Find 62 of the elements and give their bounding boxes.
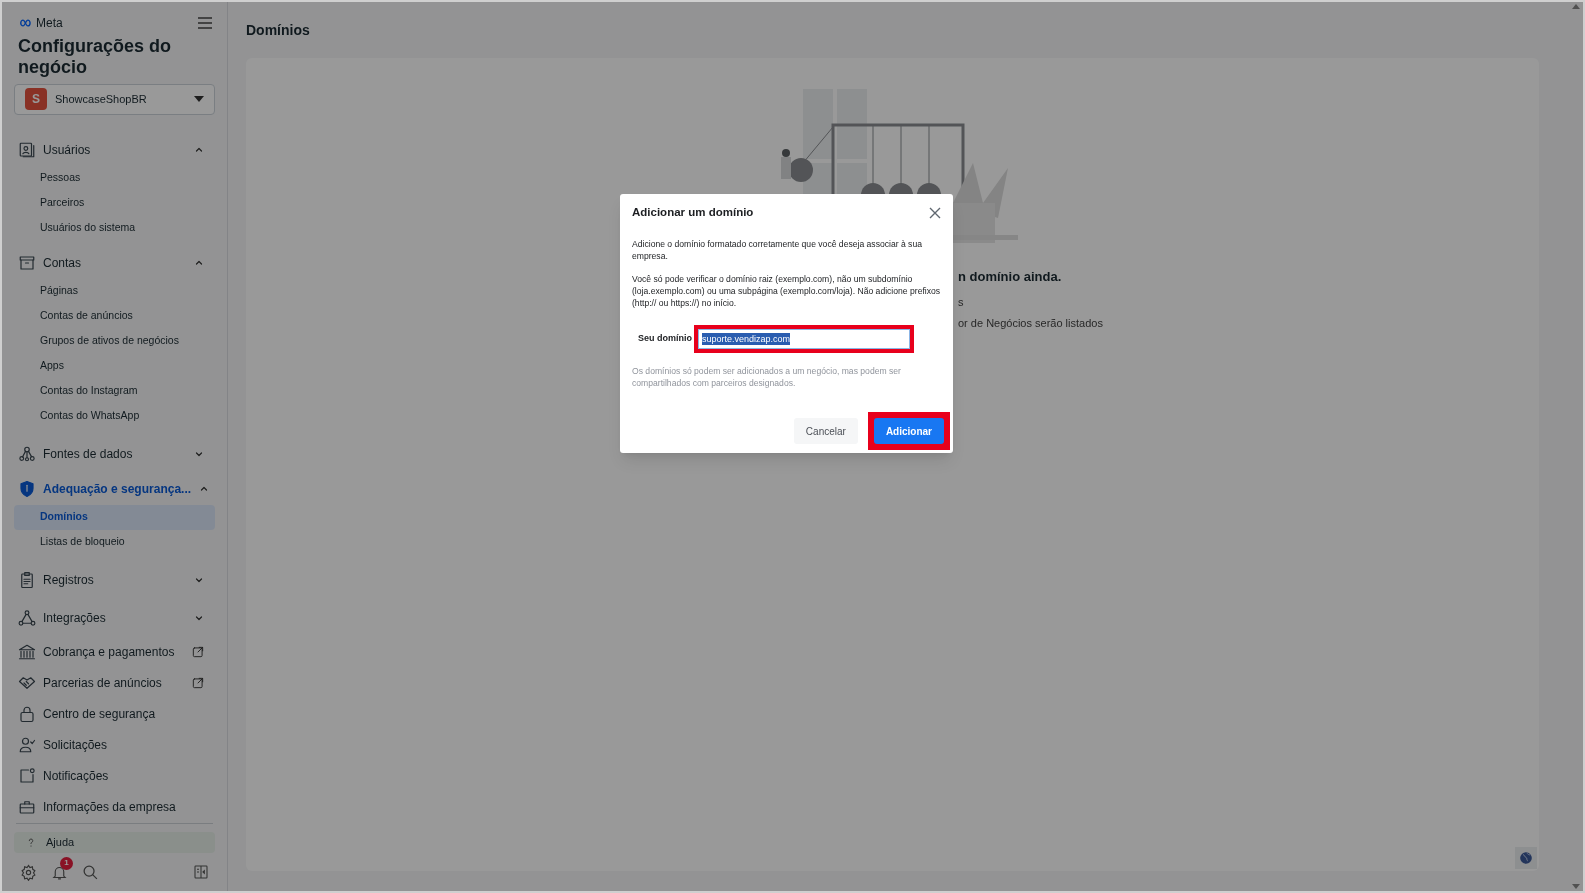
nav-link[interactable]: Cobrança e pagamentos <box>14 636 215 668</box>
dropdown-caret-icon <box>194 96 204 103</box>
person-check-icon <box>18 736 36 755</box>
notification-badge: 1 <box>60 856 73 870</box>
search-button[interactable] <box>82 863 99 881</box>
nav-subitem[interactable]: Domínios <box>14 504 215 530</box>
domain-input[interactable]: suporte.vendizap.com <box>698 329 910 349</box>
nav-group-header[interactable]: Adequação e segurança... <box>14 472 215 505</box>
lock-icon <box>18 705 36 724</box>
nav-link[interactable]: Centro de segurança <box>14 698 215 730</box>
nav-subitem[interactable]: Grupos de ativos de negócios <box>14 328 215 354</box>
settings-button[interactable] <box>20 863 37 881</box>
nav-link[interactable]: Notificações <box>14 760 215 792</box>
nav-link[interactable]: Informações da empresa <box>14 791 215 823</box>
nav-group-header[interactable]: Integrações <box>14 598 215 637</box>
panel-toggle-button[interactable] <box>193 864 209 881</box>
nav-subitem[interactable]: Contas de anúncios <box>14 303 215 329</box>
clipboard-icon <box>18 570 36 589</box>
page-heading: Configurações do negócio <box>17 36 172 78</box>
nav-link[interactable]: Parcerias de anúncios <box>14 667 215 699</box>
dialog-paragraph: Você só pode verificar o domínio raiz (exemplo.com), não um subdomínio (loja.exemplo.com) ou uma subpágina (exemplo.com/loja). Não adicione prefixos (http:// ou https://) no início. <box>632 273 941 309</box>
nodes-icon <box>18 444 36 463</box>
nav-subitem[interactable]: Usuários do sistema <box>14 215 215 241</box>
add-button[interactable]: Adicionar <box>873 418 944 444</box>
nav-subitem[interactable]: Páginas <box>14 278 215 304</box>
account-selector[interactable]: S ShowcaseShopBR <box>14 84 215 115</box>
notification-square-icon <box>18 767 36 786</box>
nav-link[interactable]: Solicitações <box>14 729 215 761</box>
scroll-up-icon[interactable] <box>1572 4 1580 9</box>
empty-state-text: or de Negócios serão listados <box>958 316 1103 331</box>
triangle-nodes-icon <box>18 608 36 627</box>
nav-subitem[interactable]: Contas do WhatsApp <box>14 403 215 429</box>
user-card-icon <box>18 140 36 159</box>
briefcase-icon <box>18 798 36 817</box>
empty-state-text: s <box>958 295 965 310</box>
nav-subitem[interactable]: Pessoas <box>14 165 215 191</box>
nav-group-header[interactable]: Contas <box>14 246 215 279</box>
nav-group-header[interactable]: Usuários <box>14 133 215 166</box>
dialog-paragraph: Adicione o domínio formatado corretamente que você deseja associar à sua empresa. <box>632 238 923 262</box>
cancel-button[interactable]: Cancelar <box>793 418 858 444</box>
close-button[interactable] <box>929 207 941 219</box>
main-title: Domínios <box>246 21 311 40</box>
account-avatar: S <box>25 88 47 111</box>
nav-group-header[interactable]: Fontes de dados <box>14 434 215 473</box>
nav-subitem[interactable]: Contas do Instagram <box>14 378 215 404</box>
brand-name: Meta <box>36 15 63 32</box>
nav-subitem[interactable]: Parceiros <box>14 190 215 216</box>
bank-icon <box>18 643 36 662</box>
dialog-title: Adicionar um domínio <box>632 205 754 221</box>
dialog-note: Os domínios só podem ser adicionados a um negócio, mas podem ser compartilhados com parceiros designados. <box>632 365 902 389</box>
scroll-down-icon[interactable] <box>1572 884 1580 889</box>
help-button[interactable]: Ajuda <box>14 831 215 854</box>
shield-icon <box>18 479 36 498</box>
nav-subitem[interactable]: Listas de bloqueio <box>14 529 215 555</box>
archive-icon <box>18 253 36 272</box>
globe-icon[interactable] <box>1515 847 1537 869</box>
nav-group-header[interactable]: Registros <box>14 560 215 599</box>
nav-subitem[interactable]: Apps <box>14 353 215 379</box>
field-label: Seu domínio <box>638 332 692 346</box>
empty-state-heading: n domínio ainda. <box>958 268 1063 286</box>
account-name: ShowcaseShopBR <box>55 92 148 108</box>
menu-button[interactable] <box>197 16 213 30</box>
